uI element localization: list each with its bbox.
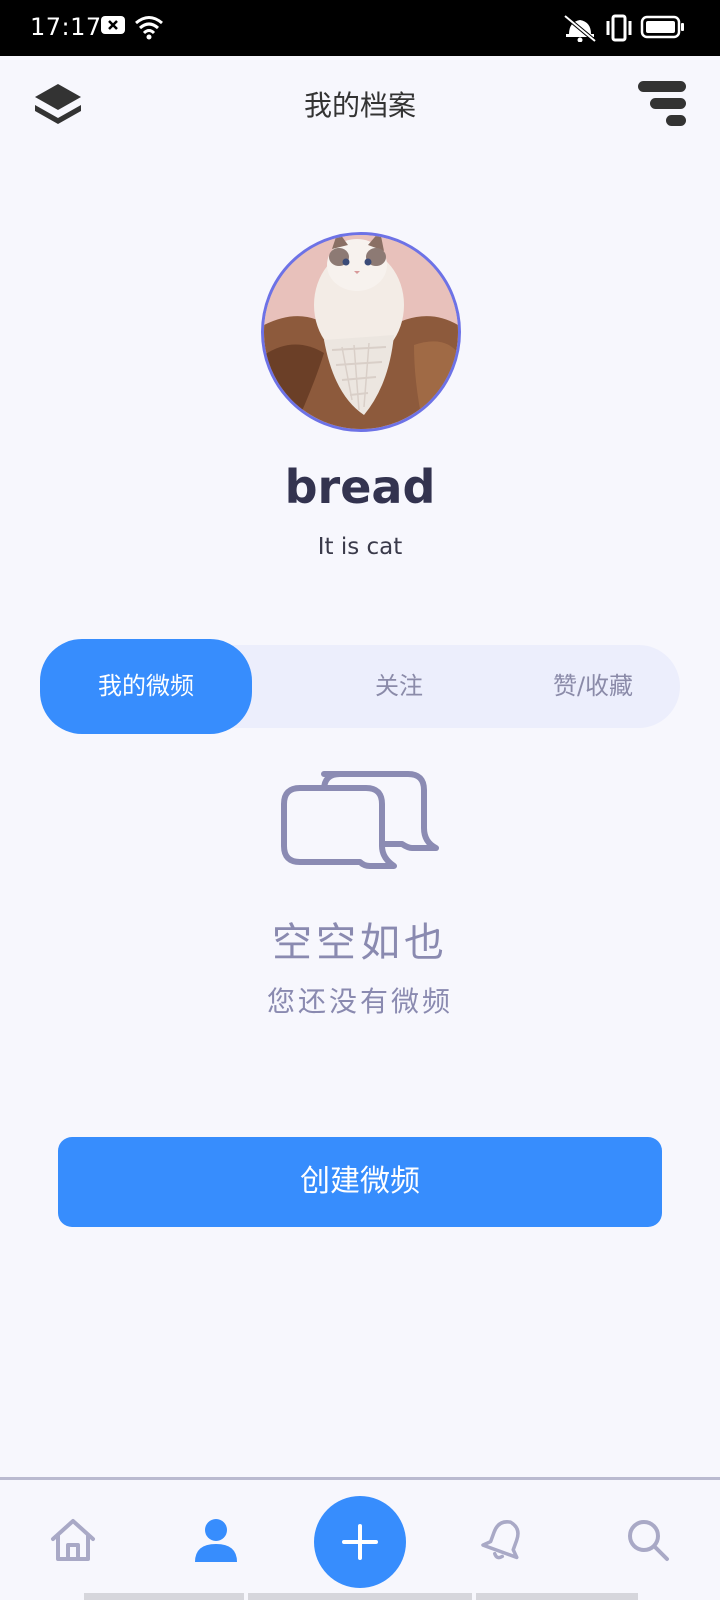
tab-following[interactable]: 关注 — [292, 645, 506, 728]
create-video-button[interactable]: 创建微频 — [58, 1137, 662, 1227]
notification-x-icon — [100, 14, 126, 40]
battery-icon — [640, 14, 686, 44]
tab-likes-favorites[interactable]: 赞/收藏 — [506, 645, 680, 728]
status-time: 17:17 — [30, 13, 102, 41]
vibrate-off-icon — [562, 14, 598, 46]
username: bread — [284, 460, 436, 514]
wifi-icon — [134, 14, 164, 44]
profile-tabs: 我的微频 关注 赞/收藏 — [40, 639, 680, 734]
empty-state-title: 空空如也 — [272, 920, 448, 966]
plus-icon[interactable] — [314, 1496, 406, 1588]
home-indicator — [476, 1593, 638, 1600]
bell-icon[interactable] — [474, 1510, 534, 1570]
vibrate-icon — [604, 14, 634, 46]
tab-my-videos[interactable]: 我的微频 — [40, 639, 252, 734]
page-title: 我的档案 — [303, 89, 416, 122]
avatar[interactable] — [261, 232, 461, 432]
empty-state-subtitle: 您还没有微频 — [266, 985, 453, 1018]
filter-icon[interactable] — [636, 78, 688, 130]
bio: It is cat — [317, 534, 403, 560]
home-indicator — [84, 1593, 244, 1600]
bottom-nav — [0, 1480, 720, 1600]
home-icon[interactable] — [43, 1510, 103, 1570]
status-bar: 17:17 — [0, 0, 720, 56]
chat-bubbles-icon — [278, 762, 443, 877]
search-icon[interactable] — [618, 1510, 678, 1570]
profile-icon[interactable] — [186, 1510, 246, 1570]
app-header: 我的档案 — [0, 56, 720, 151]
home-indicator — [248, 1593, 472, 1600]
